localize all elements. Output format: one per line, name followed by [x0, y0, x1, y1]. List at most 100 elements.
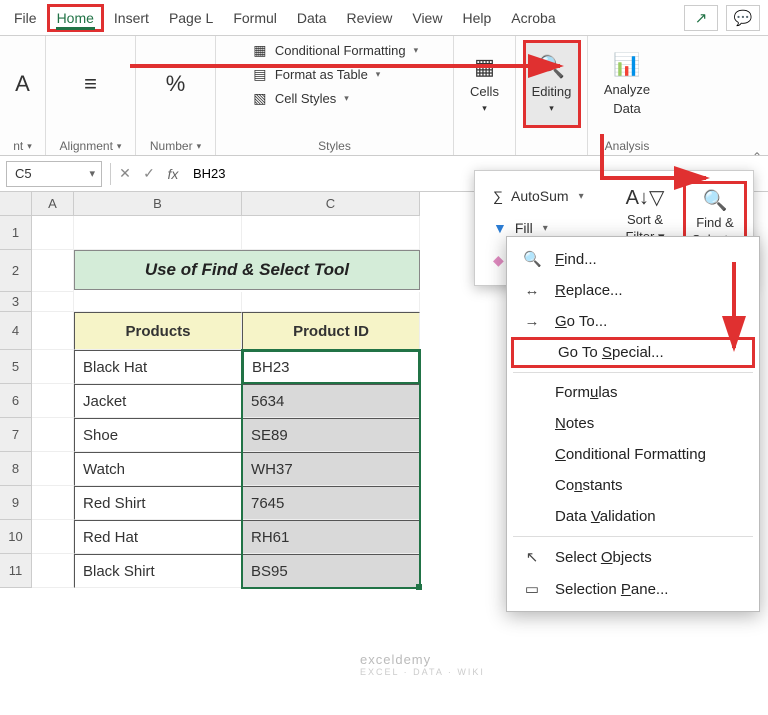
header-products[interactable]: Products [74, 312, 242, 350]
pointer-icon: ↖ [523, 548, 541, 566]
col-head-A[interactable]: A [32, 192, 74, 216]
cell[interactable] [32, 520, 74, 554]
cell-product-id[interactable]: 7645 [242, 486, 420, 520]
cell[interactable] [74, 216, 242, 250]
tab-home[interactable]: Home [47, 4, 104, 32]
cell-product-id[interactable]: BS95 [242, 554, 420, 588]
collapse-ribbon-icon[interactable]: ⌃ [752, 150, 762, 164]
cell[interactable] [32, 486, 74, 520]
autosum-button[interactable]: ∑AutoSum▾ [481, 181, 607, 211]
number-button[interactable]: % [147, 40, 205, 128]
alignment-button[interactable]: ≡ [62, 40, 120, 128]
tab-review[interactable]: Review [336, 4, 402, 32]
cell-styles-button[interactable]: ▧Cell Styles▾ [247, 88, 422, 108]
cell-product[interactable]: Shoe [74, 418, 242, 452]
menu-select-objects[interactable]: ↖Select Objects [507, 541, 759, 573]
tab-file[interactable]: File [4, 4, 47, 32]
fill-down-icon: ▼ [493, 220, 507, 236]
sigma-icon: ∑ [493, 188, 503, 204]
font-group-button[interactable]: A [5, 40, 41, 128]
row-head-3[interactable]: 3 [0, 292, 32, 312]
cancel-formula-button[interactable]: ✕ [113, 165, 137, 182]
find-select-menu: 🔍Find... ↔Replace... →Go To... Go To Spe… [506, 236, 760, 612]
menu-notes[interactable]: Notes [507, 408, 759, 439]
font-color-icon: A [15, 71, 30, 97]
cell[interactable] [32, 250, 74, 292]
cell[interactable] [242, 216, 420, 250]
menu-goto[interactable]: →Go To... [507, 306, 759, 337]
menu-data-validation[interactable]: Data Validation [507, 501, 759, 532]
cell[interactable] [242, 292, 420, 312]
row-head-7[interactable]: 7 [0, 418, 32, 452]
tab-data[interactable]: Data [287, 4, 337, 32]
menu-replace[interactable]: ↔Replace... [507, 275, 759, 306]
cell[interactable] [32, 384, 74, 418]
tab-acrobat[interactable]: Acroba [501, 4, 565, 32]
goto-icon: → [523, 313, 541, 330]
enter-formula-button[interactable]: ✓ [137, 165, 161, 182]
select-all-corner[interactable] [0, 192, 32, 216]
row-head-4[interactable]: 4 [0, 312, 32, 350]
col-head-C[interactable]: C [242, 192, 420, 216]
replace-icon: ↔ [523, 282, 541, 299]
comments-button[interactable]: 💬 [726, 5, 760, 31]
analyze-data-button[interactable]: 📊AnalyzeData [598, 40, 656, 128]
menu-find[interactable]: 🔍Find... [507, 243, 759, 275]
cell-product[interactable]: Black Hat [74, 350, 242, 384]
cell-product[interactable]: Jacket [74, 384, 242, 418]
cell-product-id[interactable]: RH61 [242, 520, 420, 554]
pane-icon: ▭ [523, 580, 541, 598]
editing-button[interactable]: 🔍Editing▾ [523, 40, 581, 128]
chart-icon: 📊 [613, 52, 640, 78]
cell-product[interactable]: Red Hat [74, 520, 242, 554]
menu-constants[interactable]: Constants [507, 470, 759, 501]
row-head-6[interactable]: 6 [0, 384, 32, 418]
cell[interactable] [32, 350, 74, 384]
share-button[interactable]: ↗ [684, 5, 718, 31]
cell-product-id[interactable]: WH37 [242, 452, 420, 486]
cell[interactable] [32, 418, 74, 452]
cell[interactable] [32, 292, 74, 312]
row-head-9[interactable]: 9 [0, 486, 32, 520]
row-head-10[interactable]: 10 [0, 520, 32, 554]
menu-goto-special[interactable]: Go To Special... [511, 337, 755, 368]
cell-product[interactable]: Red Shirt [74, 486, 242, 520]
fx-icon[interactable]: fx [161, 166, 185, 182]
cell-product[interactable]: Black Shirt [74, 554, 242, 588]
annotation-arrow [724, 262, 744, 361]
tab-page-layout[interactable]: Page L [159, 4, 223, 32]
tab-formulas[interactable]: Formul [223, 4, 287, 32]
ribbon-tabs: File Home Insert Page L Formul Data Revi… [0, 0, 768, 36]
cell-product[interactable]: Watch [74, 452, 242, 486]
styles-label: Styles [318, 139, 351, 153]
menu-separator [513, 536, 753, 537]
tab-insert[interactable]: Insert [104, 4, 159, 32]
menu-formulas[interactable]: Formulas [507, 377, 759, 408]
row-head-11[interactable]: 11 [0, 554, 32, 588]
cell-product-id[interactable]: 5634 [242, 384, 420, 418]
row-head-8[interactable]: 8 [0, 452, 32, 486]
cell[interactable] [74, 292, 242, 312]
cell[interactable] [32, 554, 74, 588]
tab-help[interactable]: Help [452, 4, 501, 32]
row-head-2[interactable]: 2 [0, 250, 32, 292]
font-group-label: nt [13, 139, 23, 153]
row-head-1[interactable]: 1 [0, 216, 32, 250]
menu-selection-pane[interactable]: ▭Selection Pane... [507, 573, 759, 605]
annotation-arrow [598, 134, 718, 197]
cell[interactable] [32, 216, 74, 250]
cell-product-id-active[interactable]: BH23 [242, 350, 420, 384]
cells-button[interactable]: ▦Cells▾ [456, 40, 514, 128]
col-head-B[interactable]: B [74, 192, 242, 216]
tab-view[interactable]: View [402, 4, 452, 32]
cell-product-id[interactable]: SE89 [242, 418, 420, 452]
annotation-arrow [130, 56, 570, 79]
title-cell[interactable]: Use of Find & Select Tool [74, 250, 420, 290]
watermark: exceldemy EXCEL · DATA · WIKI [360, 652, 485, 677]
row-head-5[interactable]: 5 [0, 350, 32, 384]
header-product-id[interactable]: Product ID [242, 312, 420, 350]
cell[interactable] [32, 312, 74, 350]
cell[interactable] [32, 452, 74, 486]
menu-cond-fmt[interactable]: Conditional Formatting [507, 439, 759, 470]
name-box[interactable]: C5 [6, 161, 102, 187]
